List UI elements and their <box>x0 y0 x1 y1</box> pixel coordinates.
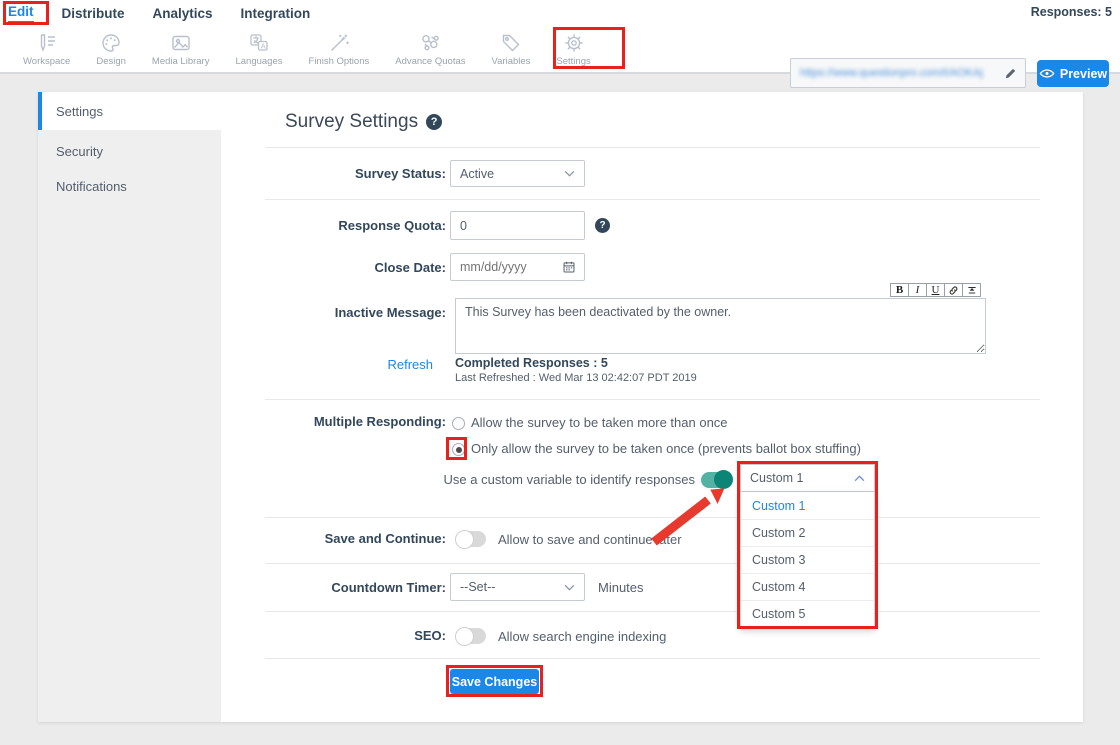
dropdown-option-custom-4[interactable]: Custom 4 <box>741 573 874 600</box>
tab-distribute[interactable]: Distribute <box>62 6 125 21</box>
settings-icon <box>562 31 586 55</box>
survey-url-field[interactable]: https://www.questionpro.com/t/AOKAj <box>790 58 1026 88</box>
align-button[interactable] <box>962 283 981 297</box>
format-toolbar: B I U <box>891 283 981 297</box>
tab-integration[interactable]: Integration <box>241 6 311 21</box>
custom-variable-dropdown: Custom 1 Custom 1 Custom 2 Custom 3 Cust… <box>740 464 875 628</box>
toolbar-item-design[interactable]: Design <box>83 27 139 72</box>
divider <box>265 611 1040 612</box>
seo-description: Allow search engine indexing <box>498 629 666 644</box>
responses-count: Responses: 5 <box>1031 5 1112 19</box>
underline-button[interactable]: U <box>926 283 945 297</box>
link-icon <box>948 285 959 296</box>
advance-quotas-icon <box>418 31 442 55</box>
page-title: Survey Settings ? <box>285 111 442 133</box>
custom-variable-dropdown-header[interactable]: Custom 1 <box>740 464 875 492</box>
multiple-responding-label: Multiple Responding: <box>245 414 446 429</box>
seo-toggle[interactable] <box>456 628 486 644</box>
dropdown-option-custom-3[interactable]: Custom 3 <box>741 546 874 573</box>
custom-variable-toggle[interactable] <box>701 472 731 488</box>
languages-icon: A <box>247 31 271 55</box>
toolbar-item-workspace[interactable]: Workspace <box>10 27 83 72</box>
link-button[interactable] <box>944 283 963 297</box>
chevron-down-icon <box>564 584 575 591</box>
eye-icon <box>1039 68 1055 79</box>
save-continue-description: Allow to save and continue later <box>498 532 682 547</box>
toolbar-item-languages[interactable]: A Languages <box>222 27 295 72</box>
divider <box>265 563 1040 564</box>
survey-status-label: Survey Status: <box>245 166 446 181</box>
chevron-up-icon <box>854 475 865 482</box>
edit-url-pencil-icon[interactable] <box>995 59 1025 87</box>
save-continue-label: Save and Continue: <box>245 531 446 546</box>
survey-status-select[interactable]: Active <box>450 160 585 187</box>
finish-options-icon <box>327 31 351 55</box>
save-continue-toggle[interactable] <box>456 531 486 547</box>
divider <box>265 399 1040 400</box>
survey-url-text: https://www.questionpro.com/t/AOKAj <box>791 67 995 79</box>
media-library-icon <box>169 31 193 55</box>
toolbar-item-finish-options[interactable]: Finish Options <box>296 27 383 72</box>
design-icon <box>99 31 123 55</box>
countdown-timer-label: Countdown Timer: <box>245 580 446 595</box>
variables-icon <box>499 31 523 55</box>
inactive-message-textarea[interactable]: This Survey has been deactivated by the … <box>455 298 986 354</box>
calendar-icon[interactable] <box>562 260 576 279</box>
toolbar-item-advance-quotas[interactable]: Advance Quotas <box>382 27 478 72</box>
chevron-down-icon <box>564 170 575 177</box>
edit-toolbar: Workspace Design Media Library A Languag… <box>0 27 1120 74</box>
last-refreshed-text: Last Refreshed : Wed Mar 13 02:42:07 PDT… <box>455 372 697 384</box>
sidebar-item-settings[interactable]: Settings <box>38 92 221 130</box>
response-quota-input[interactable] <box>450 211 585 240</box>
help-icon[interactable]: ? <box>426 114 442 130</box>
inactive-message-label: Inactive Message: <box>245 305 446 320</box>
align-icon <box>966 285 978 296</box>
preview-button[interactable]: Preview <box>1037 60 1109 87</box>
toolbar-item-settings[interactable]: Settings <box>543 27 603 72</box>
custom-variable-label: Use a custom variable to identify respon… <box>300 472 695 487</box>
dropdown-option-custom-2[interactable]: Custom 2 <box>741 519 874 546</box>
seo-label: SEO: <box>245 628 446 643</box>
top-nav: Edit Distribute Analytics Integration Re… <box>0 0 1120 27</box>
radio-only-once-label[interactable]: Only allow the survey to be taken once (… <box>471 441 861 456</box>
divider <box>265 147 1040 148</box>
sidebar-item-security[interactable]: Security <box>38 130 221 165</box>
toolbar-item-media-library[interactable]: Media Library <box>139 27 223 72</box>
tab-analytics[interactable]: Analytics <box>153 6 213 21</box>
dropdown-option-custom-1[interactable]: Custom 1 <box>741 492 874 519</box>
italic-button[interactable]: I <box>908 283 927 297</box>
tab-edit[interactable]: Edit <box>8 4 34 23</box>
divider <box>265 517 1040 518</box>
response-quota-label: Response Quota: <box>245 218 446 233</box>
page: Edit Distribute Analytics Integration Re… <box>0 0 1120 745</box>
radio-more-than-once-label[interactable]: Allow the survey to be taken more than o… <box>471 415 728 430</box>
quota-help-icon[interactable]: ? <box>595 218 610 233</box>
countdown-minutes-suffix: Minutes <box>598 580 644 595</box>
svg-text:A: A <box>261 41 266 50</box>
settings-sidebar: Security Notifications <box>38 130 221 722</box>
save-changes-button[interactable]: Save Changes <box>450 669 539 694</box>
completed-responses-text: Completed Responses : 5 <box>455 356 608 370</box>
divider <box>265 199 1040 200</box>
toolbar-item-variables[interactable]: Variables <box>479 27 544 72</box>
divider <box>265 658 1040 659</box>
bold-button[interactable]: B <box>890 283 909 297</box>
dropdown-option-custom-5[interactable]: Custom 5 <box>741 600 874 627</box>
radio-only-once[interactable] <box>452 443 465 456</box>
close-date-label: Close Date: <box>245 260 446 275</box>
countdown-timer-select[interactable]: --Set-- <box>450 573 585 601</box>
refresh-link[interactable]: Refresh <box>245 357 446 372</box>
workspace-icon <box>35 31 59 55</box>
sidebar-item-notifications[interactable]: Notifications <box>38 165 221 200</box>
radio-more-than-once[interactable] <box>452 417 465 430</box>
dropdown-options-list: Custom 1 Custom 2 Custom 3 Custom 4 Cust… <box>740 492 875 628</box>
